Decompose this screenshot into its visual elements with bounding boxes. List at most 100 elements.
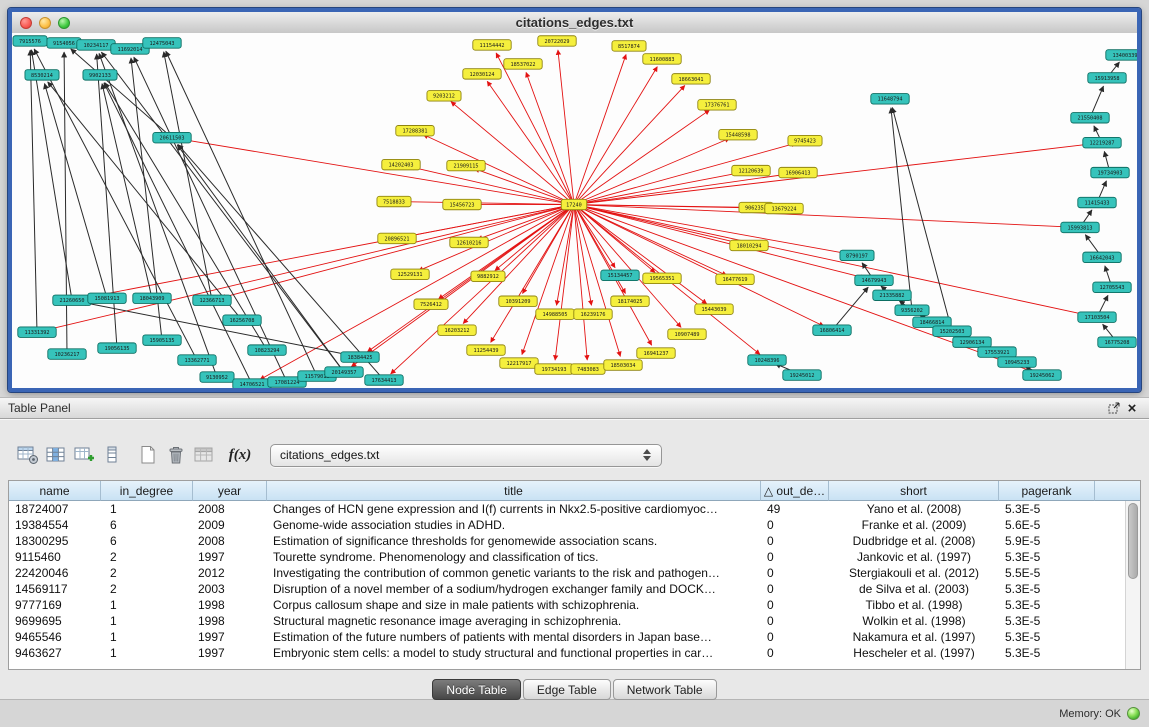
tab-edge-table[interactable]: Edge Table: [523, 679, 611, 700]
graph-node[interactable]: 9902133: [83, 70, 117, 80]
graph-node[interactable]: 16941237: [637, 348, 675, 358]
graph-node[interactable]: 12906134: [953, 337, 991, 347]
graph-node[interactable]: 15081913: [88, 293, 126, 303]
graph-node[interactable]: 15993813: [1061, 222, 1099, 232]
graph-node[interactable]: 15134457: [601, 270, 639, 280]
table-vertical-scrollbar[interactable]: [1125, 501, 1140, 669]
graph-node[interactable]: 20896521: [378, 233, 416, 243]
graph-node[interactable]: 19245062: [1023, 370, 1061, 380]
graph-node[interactable]: 10234117: [77, 40, 115, 50]
graph-node[interactable]: 12217917: [500, 358, 538, 368]
graph-node[interactable]: 9203212: [427, 91, 461, 101]
graph-node[interactable]: 18663041: [672, 74, 710, 84]
column-header-short[interactable]: short: [829, 481, 999, 501]
graph-node[interactable]: 15202503: [933, 326, 971, 336]
graph-node[interactable]: 16477619: [716, 274, 754, 284]
graph-node[interactable]: 10391209: [499, 296, 537, 306]
float-panel-button[interactable]: [1105, 399, 1123, 417]
graph-node[interactable]: 11415433: [1078, 197, 1116, 207]
import-table-button[interactable]: [70, 442, 98, 468]
graph-node[interactable]: 14202403: [382, 159, 420, 169]
minimize-window-button[interactable]: [39, 17, 51, 29]
graph-node[interactable]: 12529131: [391, 269, 429, 279]
graph-node[interactable]: 9154056: [47, 38, 81, 48]
graph-node[interactable]: 12366713: [193, 295, 231, 305]
graph-node[interactable]: 18384425: [341, 352, 379, 362]
table-row[interactable]: 969969511998Structural magnetic resonanc…: [9, 613, 1124, 629]
graph-node[interactable]: 18010294: [730, 240, 768, 250]
rename-table-button[interactable]: [190, 442, 218, 468]
graph-node[interactable]: 12219287: [1083, 137, 1121, 147]
graph-node[interactable]: 9745423: [788, 135, 822, 145]
table-row[interactable]: 977716911998Corpus callosum shape and si…: [9, 597, 1124, 613]
table-row[interactable]: 1872400712008Changes of HCN gene express…: [9, 501, 1124, 517]
show-columns-button[interactable]: [42, 442, 70, 468]
graph-node[interactable]: 9130952: [200, 372, 234, 382]
tab-node-table[interactable]: Node Table: [432, 679, 521, 700]
graph-node[interactable]: 11254439: [467, 345, 505, 355]
table-settings-button[interactable]: [14, 442, 42, 468]
graph-node[interactable]: 16806414: [813, 325, 851, 335]
graph-node[interactable]: 10907489: [668, 329, 706, 339]
graph-node[interactable]: 10945233: [998, 357, 1036, 367]
graph-node[interactable]: 19565351: [643, 273, 681, 283]
graph-node[interactable]: 9356202: [895, 305, 929, 315]
graph-node[interactable]: 13679224: [765, 203, 803, 213]
graph-node[interactable]: 19734903: [1091, 167, 1129, 177]
graph-node[interactable]: 8530214: [25, 70, 59, 80]
graph-node[interactable]: 21335882: [873, 290, 911, 300]
graph-node[interactable]: 16775208: [1098, 337, 1136, 347]
column-header-name[interactable]: name: [9, 481, 101, 501]
graph-node[interactable]: 19056135: [98, 343, 136, 353]
graph-node[interactable]: 18503034: [604, 360, 642, 370]
graph-node[interactable]: 20722029: [538, 36, 576, 46]
graph-node[interactable]: 16203212: [438, 325, 476, 335]
graph-node[interactable]: 14679943: [855, 275, 893, 285]
graph-node[interactable]: 13400339: [1106, 50, 1137, 60]
graph-node[interactable]: 15456723: [443, 199, 481, 209]
graph-node[interactable]: 12475043: [143, 38, 181, 48]
table-row[interactable]: 946554611997Estimation of the future num…: [9, 629, 1124, 645]
close-window-button[interactable]: [20, 17, 32, 29]
graph-node[interactable]: 10823294: [248, 345, 286, 355]
table-row[interactable]: 946362711997Embryonic stem cells: a mode…: [9, 645, 1124, 661]
table-row[interactable]: 911546021997Tourette syndrome. Phenomeno…: [9, 549, 1124, 565]
table-row[interactable]: 1938455462009Genome-wide association stu…: [9, 517, 1124, 533]
graph-node[interactable]: 16906413: [779, 167, 817, 177]
graph-node[interactable]: 21909115: [447, 160, 485, 170]
graph-node[interactable]: 11154442: [473, 40, 511, 50]
graph-node[interactable]: 18537022: [504, 59, 542, 69]
graph-node[interactable]: 8517874: [612, 41, 646, 51]
graph-node[interactable]: 7518833: [377, 196, 411, 206]
graph-node[interactable]: 17288381: [396, 125, 434, 135]
graph-node[interactable]: 12705543: [1093, 282, 1131, 292]
graph-node[interactable]: 11648794: [871, 94, 909, 104]
graph-node[interactable]: 7526412: [414, 299, 448, 309]
column-header-title[interactable]: title: [267, 481, 761, 501]
graph-node[interactable]: 20149357: [325, 367, 363, 377]
graph-node[interactable]: 15448598: [719, 129, 757, 139]
scrollbar-thumb[interactable]: [1128, 503, 1138, 579]
graph-node[interactable]: 13362771: [178, 355, 216, 365]
graph-node[interactable]: 14988505: [536, 309, 574, 319]
create-column-button[interactable]: [134, 442, 162, 468]
graph-node[interactable]: 15913958: [1088, 73, 1126, 83]
graph-node[interactable]: 19734193: [535, 364, 573, 374]
graph-node[interactable]: 11331392: [18, 327, 56, 337]
graph-node[interactable]: 15905135: [143, 335, 181, 345]
graph-node[interactable]: 7915576: [13, 36, 47, 46]
graph-node[interactable]: 14706521: [233, 379, 271, 388]
graph-node[interactable]: 21260650: [53, 295, 91, 305]
tab-network-table[interactable]: Network Table: [613, 679, 717, 700]
mini-table-button[interactable]: [98, 442, 126, 468]
zoom-window-button[interactable]: [58, 17, 70, 29]
network-graph[interactable]: 1724018537022120301249203212172883811420…: [12, 33, 1137, 388]
graph-node[interactable]: 18174025: [611, 296, 649, 306]
column-header-out_degree[interactable]: △ out_de…: [761, 481, 829, 501]
graph-node[interactable]: 16239176: [574, 309, 612, 319]
graph-node[interactable]: 15443039: [695, 304, 733, 314]
table-row[interactable]: 1456911722003Disruption of a novel membe…: [9, 581, 1124, 597]
graph-node[interactable]: 11600883: [643, 54, 681, 64]
function-builder-button[interactable]: f(x): [226, 442, 254, 468]
table-row[interactable]: 1830029562008Estimation of significance …: [9, 533, 1124, 549]
